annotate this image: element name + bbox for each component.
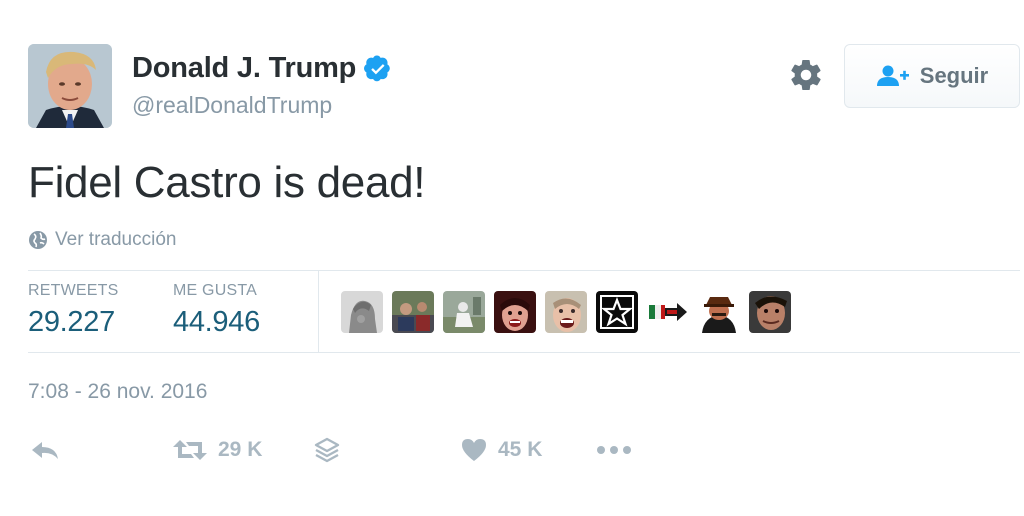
tweet-timestamp[interactable]: 7:08 - 26 nov. 2016 [28,380,207,404]
liker-avatar-5[interactable] [545,291,587,333]
retweet-icon [173,440,207,460]
translate-link[interactable]: Ver traducción [28,229,176,251]
gear-icon[interactable] [788,57,824,93]
tweet-card: Donald J. Trump @realDonaldTrump Seguir … [28,0,1020,516]
liker-avatar-4[interactable] [494,291,536,333]
translate-label: Ver traducción [55,229,177,250]
liker-avatar-2[interactable] [392,291,434,333]
retweets-label: RETWEETS [28,282,119,299]
more-button[interactable] [596,432,632,468]
like-button[interactable]: 45 K [460,432,542,468]
liker-avatar-1[interactable] [341,291,383,333]
reply-icon [32,442,58,459]
stats-divider-bottom [28,352,1020,353]
heart-icon [462,439,486,461]
likes-count: 44.946 [173,306,260,338]
verified-badge-icon [364,55,390,81]
likes-label: ME GUSTA [173,282,257,299]
name-row: Donald J. Trump [132,52,392,85]
stats-divider-top [28,270,1020,271]
display-name[interactable]: Donald J. Trump [132,52,356,85]
user-handle[interactable]: @realDonaldTrump [132,92,332,119]
retweet-count: 29 K [218,438,263,461]
more-icon [597,446,631,454]
add-user-icon [876,65,909,86]
like-count: 45 K [498,438,543,461]
retweet-button[interactable]: 29 K [172,432,262,468]
liker-avatar-6[interactable] [596,291,638,333]
liker-avatar-8[interactable] [698,291,740,333]
tweet-text: Fidel Castro is dead! [28,158,426,207]
follow-button-label: Seguir [919,63,989,88]
globe-icon [29,231,47,249]
likes-stat[interactable]: ME GUSTA 44.946 [173,282,260,339]
liker-avatar-9[interactable] [749,291,791,333]
retweets-count: 29.227 [28,306,115,338]
collection-button[interactable] [314,432,340,468]
liker-avatar-7[interactable] [647,291,689,333]
liker-avatar-3[interactable] [443,291,485,333]
reply-button[interactable] [30,432,60,468]
stats-divider-vertical [318,270,319,352]
retweets-stat[interactable]: RETWEETS 29.227 [28,282,119,339]
layers-icon [314,437,340,463]
liker-avatars [341,291,791,333]
avatar[interactable] [28,44,112,128]
follow-button[interactable]: Seguir [844,44,1020,108]
tweet-actions: 29 K 45 K [28,432,728,468]
